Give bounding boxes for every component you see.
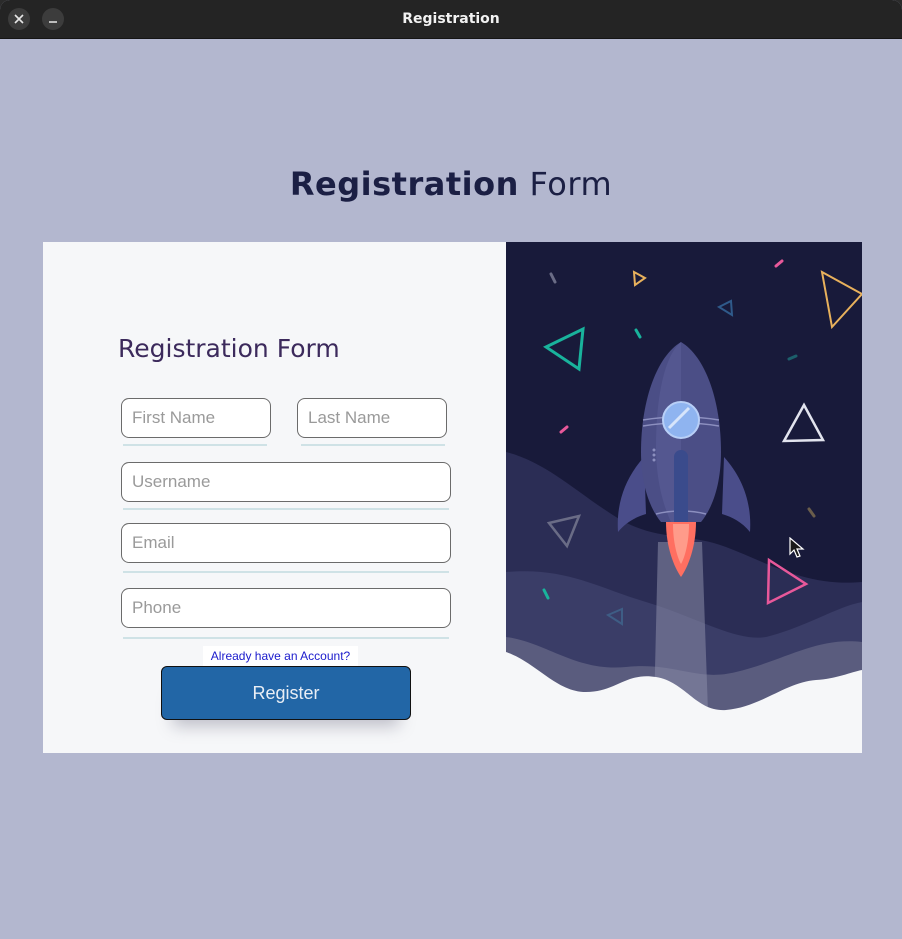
mouse-pointer-icon — [789, 537, 805, 558]
first-name-input[interactable] — [121, 398, 271, 438]
phone-input[interactable] — [121, 588, 451, 628]
last-name-underline — [301, 444, 445, 446]
username-input[interactable] — [121, 462, 451, 502]
page-title-light: Form — [518, 165, 613, 203]
main-content: Registration Form Registration Form Alre… — [1, 39, 901, 939]
rocket-launch-illustration — [506, 242, 862, 753]
login-link[interactable]: Already have an Account? — [203, 646, 358, 666]
registration-card: Registration Form Already have an Accoun… — [43, 242, 862, 753]
phone-underline — [123, 637, 449, 639]
window-title: Registration — [402, 11, 500, 27]
register-button[interactable]: Register — [161, 666, 411, 720]
username-underline — [123, 508, 449, 510]
page-title-bold: Registration — [289, 165, 519, 203]
email-input[interactable] — [121, 523, 451, 563]
title-bar: Registration — [0, 0, 902, 39]
application-window: Registration Registration Form Registrat… — [0, 0, 902, 939]
last-name-input[interactable] — [297, 398, 447, 438]
form-title: Registration Form — [118, 334, 340, 363]
first-name-underline — [123, 444, 267, 446]
page-title: Registration Form — [1, 165, 901, 203]
email-underline — [123, 571, 449, 573]
